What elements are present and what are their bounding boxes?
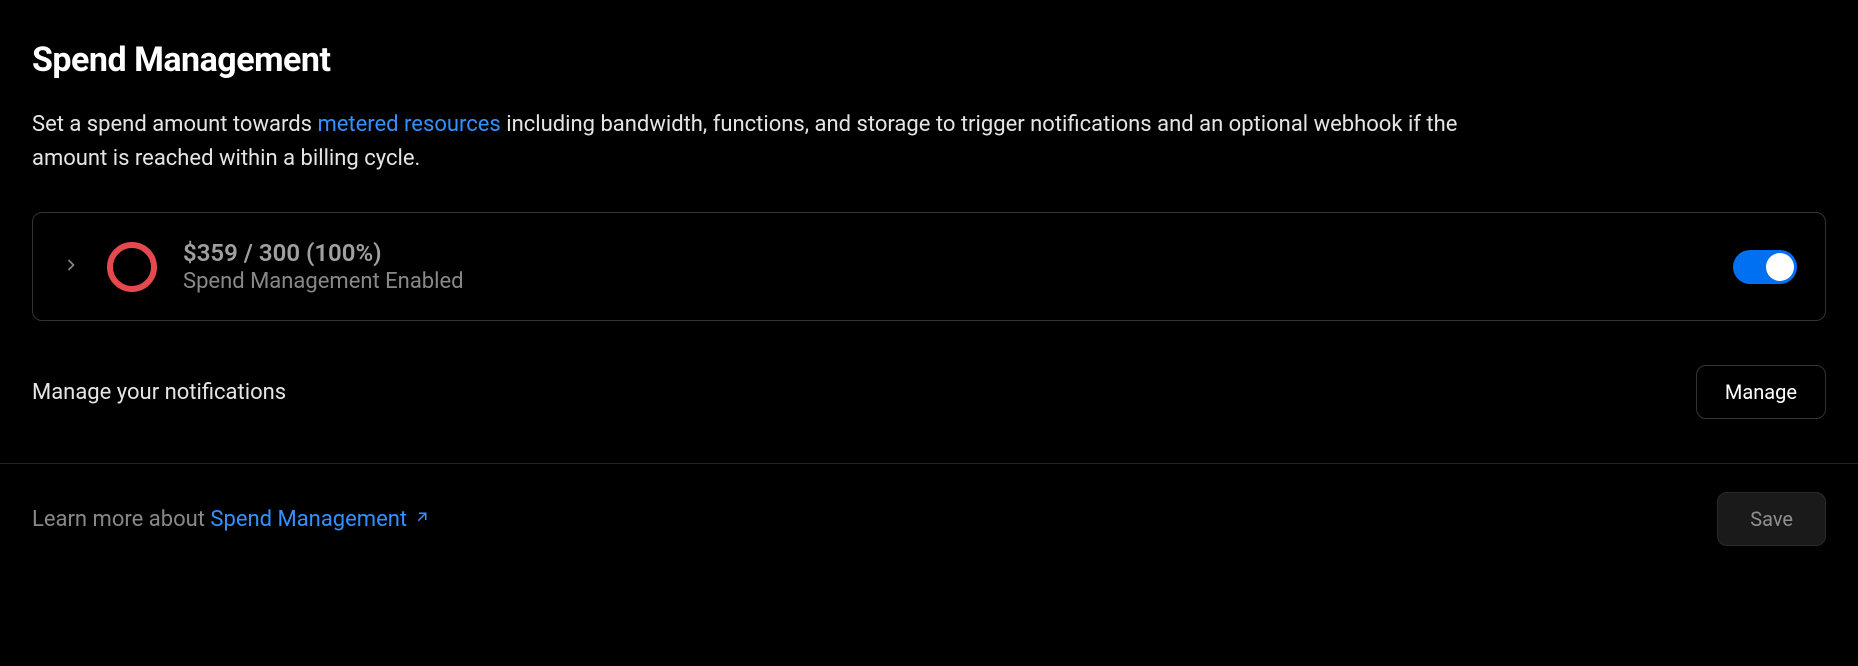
footer-link-text: Spend Management [210,507,407,532]
footer-prefix: Learn more about [32,507,210,532]
spend-management-docs-link[interactable]: Spend Management [210,507,431,532]
status-text-group: $359 / 300 (100%) Spend Management Enabl… [183,239,464,294]
description-text: Set a spend amount towards metered resou… [32,108,1532,176]
description-part1: Set a spend amount towards [32,112,317,137]
external-link-icon [413,507,431,532]
spend-status-label: Spend Management Enabled [183,269,464,294]
notifications-row: Manage your notifications Manage [32,365,1826,419]
status-left-group: $359 / 300 (100%) Spend Management Enabl… [61,239,464,294]
footer-text: Learn more about Spend Management [32,507,431,532]
spend-status-card: $359 / 300 (100%) Spend Management Enabl… [32,212,1826,321]
notifications-label: Manage your notifications [32,380,286,405]
spend-management-toggle[interactable] [1733,250,1797,284]
toggle-knob [1766,253,1794,281]
status-ring-icon [105,240,159,294]
save-button[interactable]: Save [1717,492,1826,546]
metered-resources-link[interactable]: metered resources [317,112,500,137]
manage-button[interactable]: Manage [1696,365,1826,419]
chevron-right-icon[interactable] [61,255,81,279]
spend-amount: $359 / 300 (100%) [183,239,464,267]
page-title: Spend Management [32,40,1826,80]
footer-bar: Learn more about Spend Management Save [0,463,1858,574]
